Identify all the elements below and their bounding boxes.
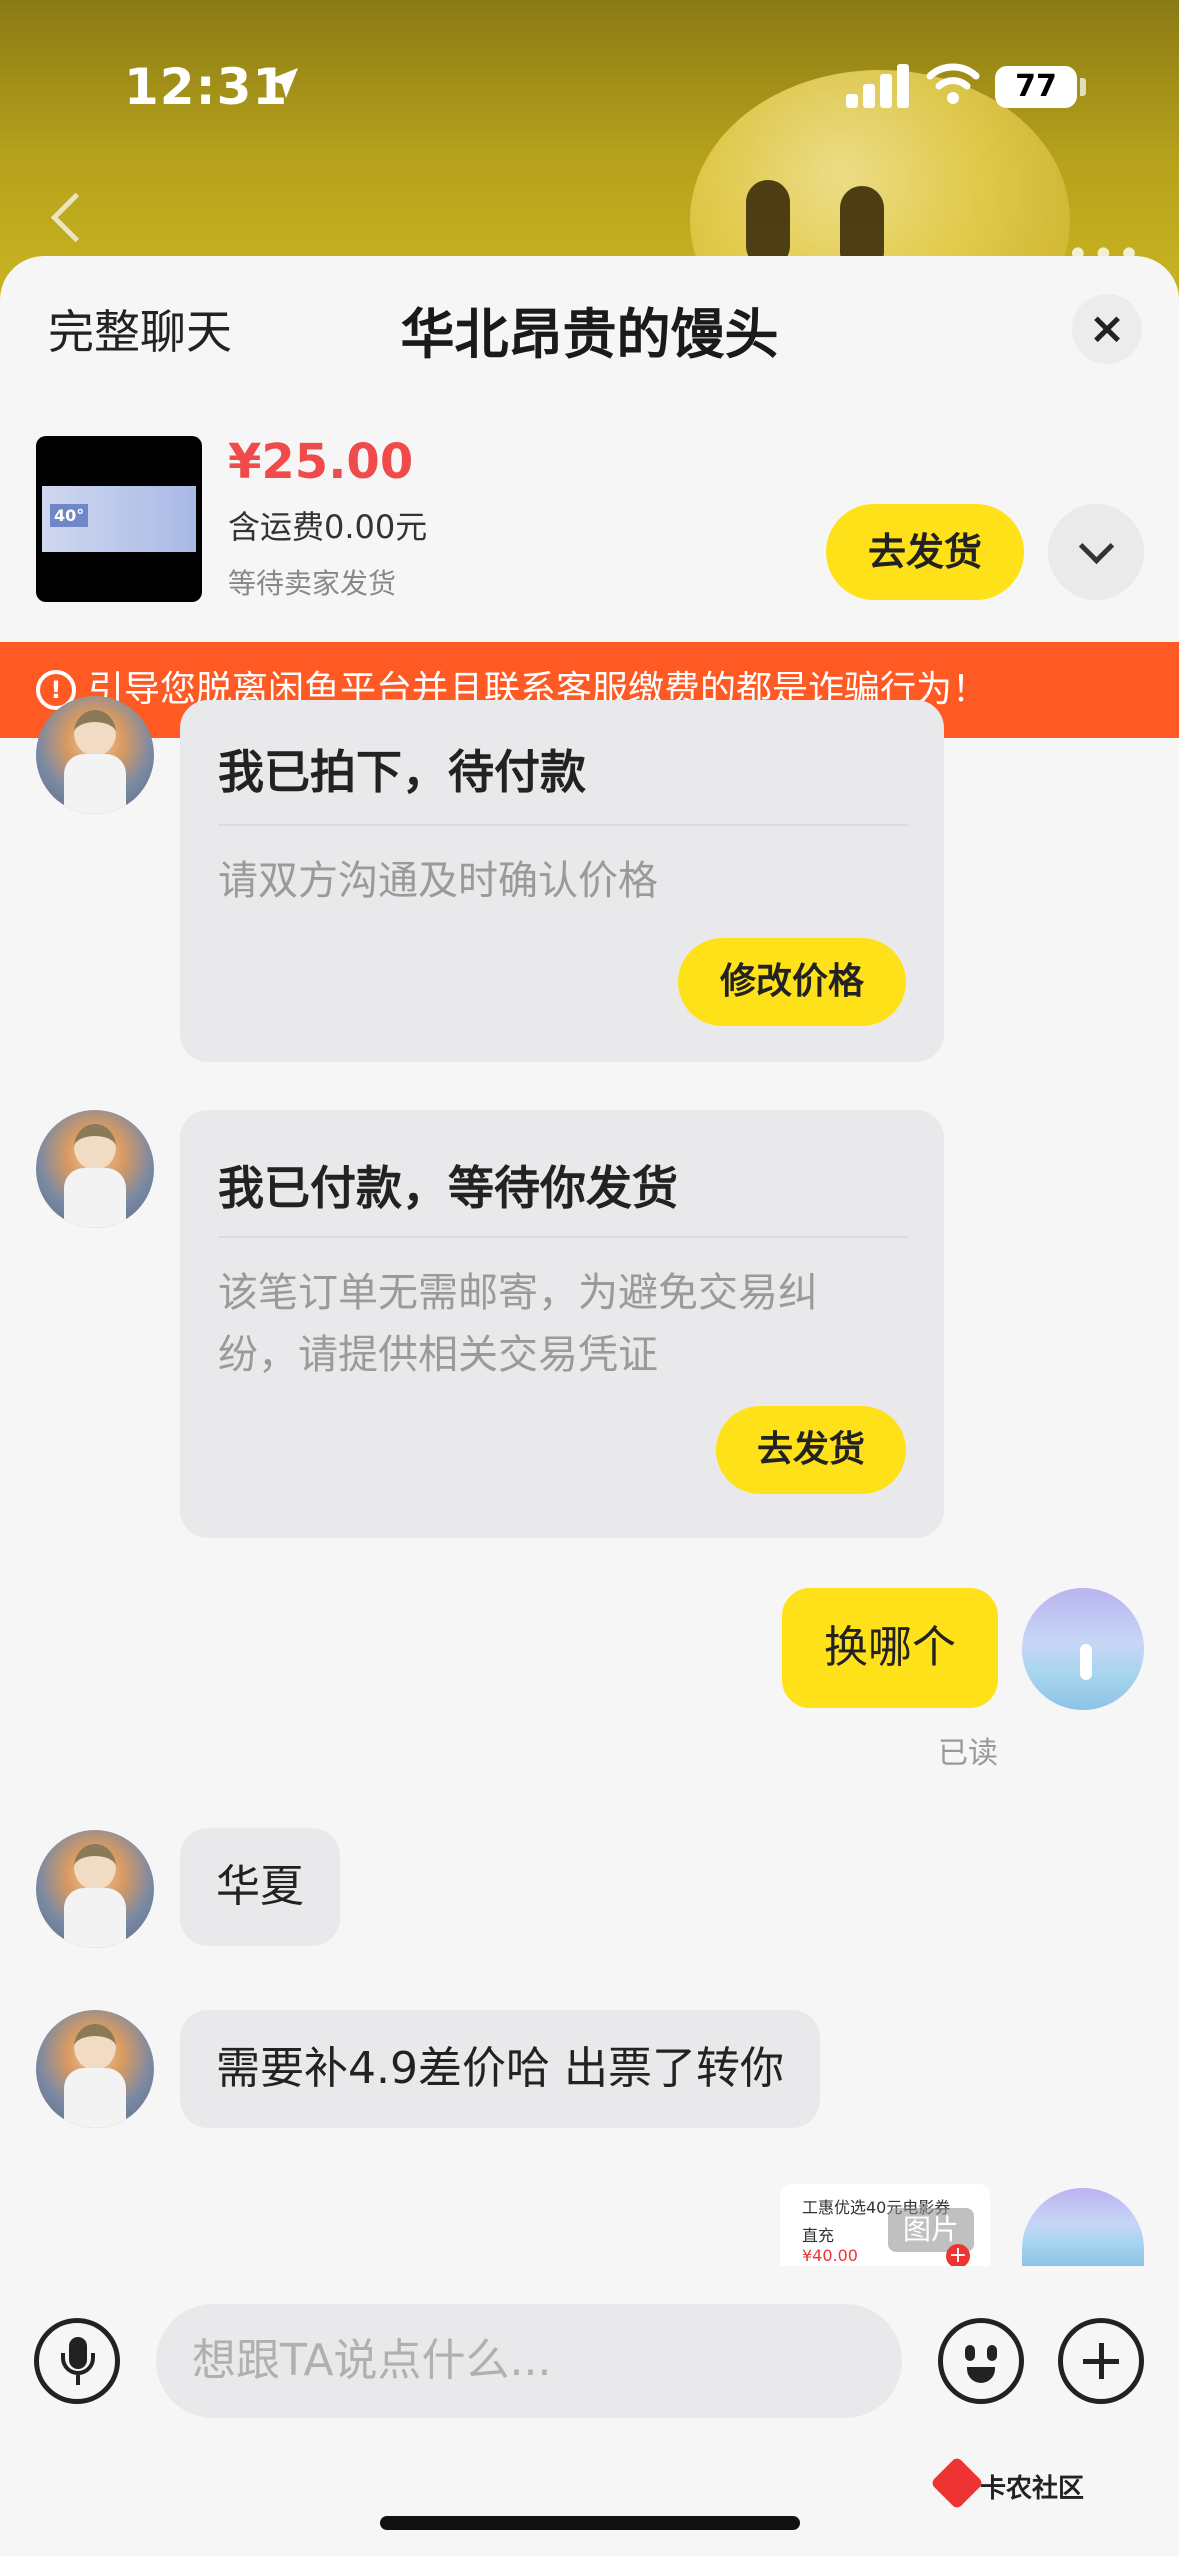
avatar-figure	[1080, 1644, 1092, 1680]
modify-price-button[interactable]: 修改价格	[678, 938, 906, 1026]
avatar[interactable]	[36, 696, 154, 814]
card-divider	[218, 1236, 908, 1238]
card-description: 该笔订单无需邮寄，为避免交易纠纷，请提供相关交易凭证	[218, 1270, 818, 1378]
avatar[interactable]	[36, 2010, 154, 2128]
message-input[interactable]: 想跟TA说点什么...	[156, 2304, 902, 2418]
mascot-eye	[746, 180, 790, 268]
home-indicator[interactable]	[380, 2516, 800, 2530]
watermark-text: 卡农社区	[980, 2474, 1085, 2504]
product-thumbnail[interactable]: 40°	[36, 436, 202, 602]
plus-badge: +	[946, 2244, 970, 2266]
message-bubble[interactable]: 华夏	[180, 1828, 340, 1946]
my-message-bubble[interactable]: 换哪个	[782, 1588, 998, 1708]
order-card: 我已拍下，待付款 请双方沟通及时确认价格 修改价格	[180, 700, 944, 1062]
chevron-down-icon	[1078, 528, 1115, 565]
order-status: 等待卖家发货	[228, 567, 397, 600]
watermark: 卡农社区	[930, 2456, 1085, 2510]
order-card: 我已付款，等待你发货 该笔订单无需邮寄，为避免交易纠纷，请提供相关交易凭证 去发…	[180, 1110, 944, 1538]
product-price: ¥25.00	[228, 434, 414, 490]
expand-button[interactable]	[1048, 504, 1144, 600]
emoji-icon[interactable]	[938, 2318, 1024, 2404]
image-price: ¥40.00	[802, 2246, 858, 2265]
plus-icon[interactable]	[1058, 2318, 1144, 2404]
wifi-icon	[926, 63, 980, 104]
image-caption: 直充	[802, 2226, 835, 2245]
battery-icon: 77	[995, 66, 1077, 108]
card-description: 请双方沟通及时确认价格	[218, 858, 658, 904]
mic-icon[interactable]	[34, 2318, 120, 2404]
signal-icon	[846, 60, 910, 108]
ship-button[interactable]: 去发货	[826, 504, 1024, 600]
close-icon[interactable]: ×	[1072, 294, 1142, 364]
page-title: 华北昂贵的馒头	[400, 303, 779, 366]
location-arrow-icon	[268, 68, 298, 98]
card-divider	[218, 824, 908, 826]
read-status: 已读	[938, 1736, 998, 1771]
thumbnail-badge: 40°	[50, 504, 89, 527]
image-message[interactable]: 工惠优选40元电影券 直充 ¥40.00 图片 +	[780, 2184, 990, 2266]
avatar[interactable]	[36, 1830, 154, 1948]
status-bar: 12:31 77	[0, 0, 1179, 170]
avatar[interactable]	[36, 1110, 154, 1228]
message-bubble[interactable]: 需要补4.9差价哈 出票了转你	[180, 2010, 820, 2128]
card-title: 我已拍下，待付款	[218, 745, 586, 799]
shipping-fee: 含运费0.00元	[228, 508, 428, 546]
ship-button[interactable]: 去发货	[716, 1406, 906, 1494]
my-avatar[interactable]	[1022, 1588, 1144, 1710]
battery-tip	[1080, 78, 1086, 96]
card-title: 我已付款，等待你发货	[218, 1161, 678, 1215]
